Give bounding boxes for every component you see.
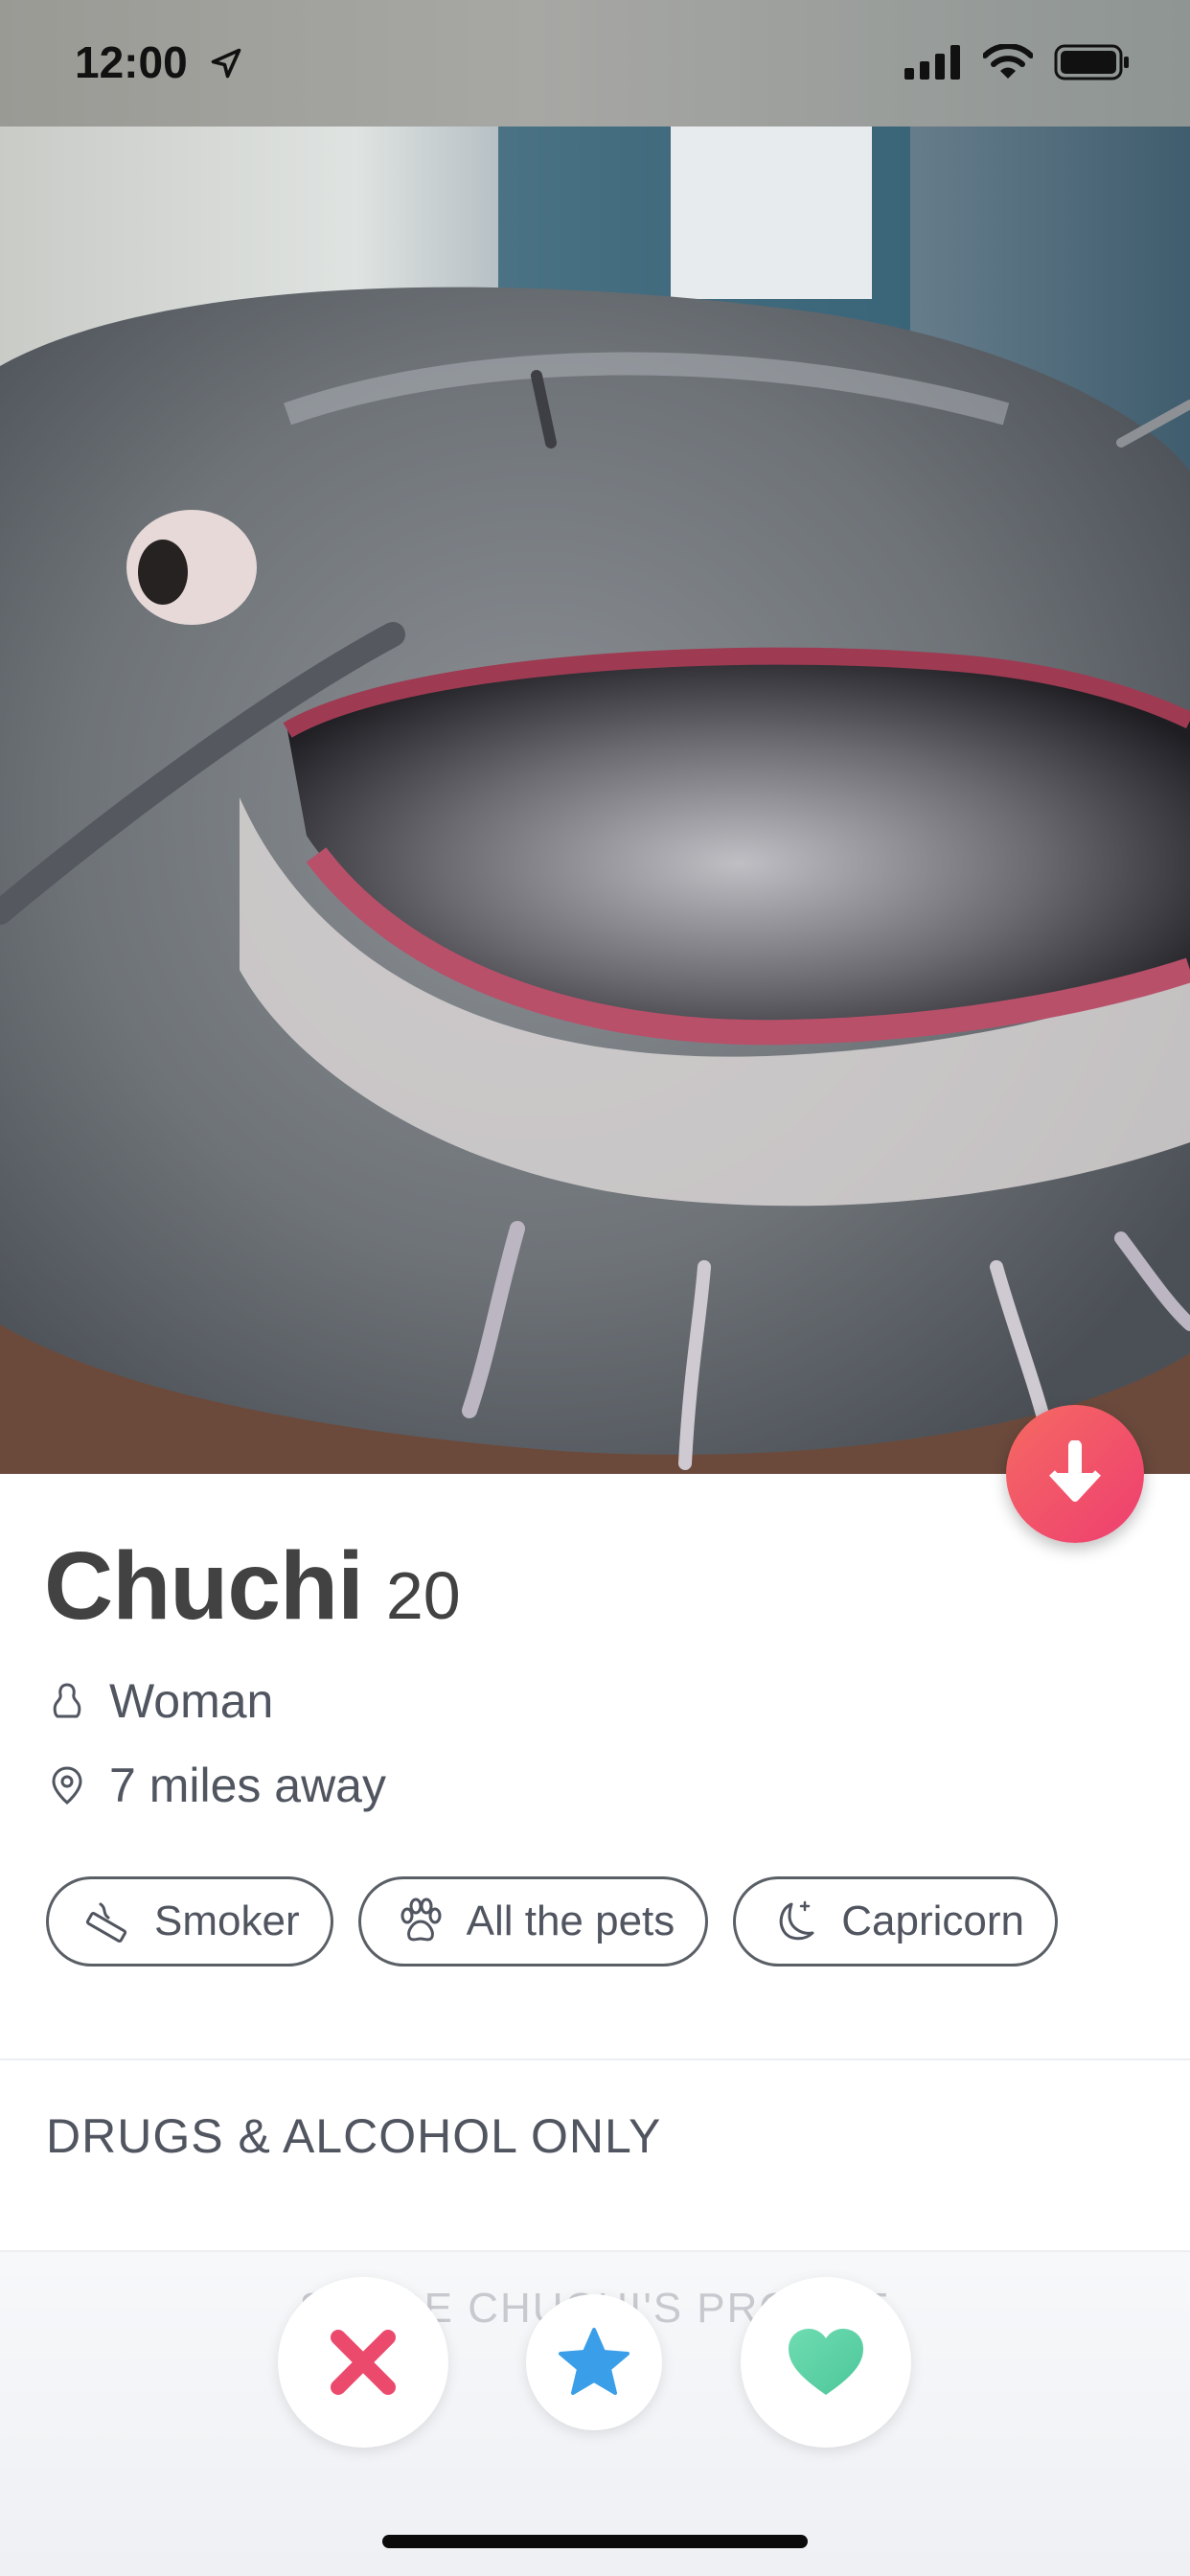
heart-icon [789, 2329, 863, 2395]
chip-capricorn: Capricorn [733, 1876, 1059, 1966]
status-icons [904, 43, 1131, 85]
arrow-down-icon [1049, 1440, 1101, 1502]
x-icon [331, 2330, 396, 2395]
cellular-signal-icon [904, 45, 962, 84]
chip-label: Capricorn [841, 1898, 1025, 1944]
chip-label: Smoker [154, 1898, 300, 1944]
chip-all-the-pets: All the pets [357, 1876, 709, 1966]
nope-button[interactable] [278, 2277, 448, 2448]
wifi-icon [982, 43, 1034, 85]
action-bar: SHARE CHUCHI'S PROFILE [0, 2250, 1190, 2576]
gender-text: Woman [109, 1674, 274, 1728]
like-button[interactable] [741, 2277, 911, 2448]
moon-icon [770, 1897, 820, 1946]
profile-name: Chuchi [44, 1532, 364, 1640]
profile-screen: 12:00 Chuchi 20 Woman 7 miles away Smoke… [0, 0, 1190, 2576]
paw-icon [396, 1897, 446, 1946]
profile-age: 20 [385, 1558, 461, 1633]
chip-smoker: Smoker [46, 1876, 333, 1966]
location-pin-icon [44, 1762, 90, 1808]
collapse-profile-button[interactable] [1006, 1405, 1144, 1543]
cigarette-icon [83, 1897, 133, 1946]
profile-photo[interactable] [0, 126, 1190, 1474]
star-icon [559, 2328, 629, 2395]
chip-label: All the pets [466, 1898, 675, 1944]
passion-chips: Smoker All the pets Capricorn [46, 1876, 1059, 1966]
home-indicator[interactable] [382, 2535, 808, 2548]
catfish-illustration [0, 126, 1190, 1474]
location-arrow-icon [209, 46, 243, 85]
about-text: DRUGS & ALCOHOL ONLY [46, 2109, 662, 2163]
gender-row: Woman [44, 1673, 273, 1729]
person-icon [44, 1678, 90, 1724]
name-row: Chuchi 20 [44, 1531, 461, 1642]
battery-icon [1054, 44, 1131, 85]
superlike-button[interactable] [526, 2294, 662, 2430]
status-time: 12:00 [75, 37, 188, 87]
distance-row: 7 miles away [44, 1758, 386, 1813]
section-divider [0, 2058, 1190, 2060]
status-bar: 12:00 [0, 0, 1190, 126]
distance-text: 7 miles away [109, 1759, 386, 1812]
